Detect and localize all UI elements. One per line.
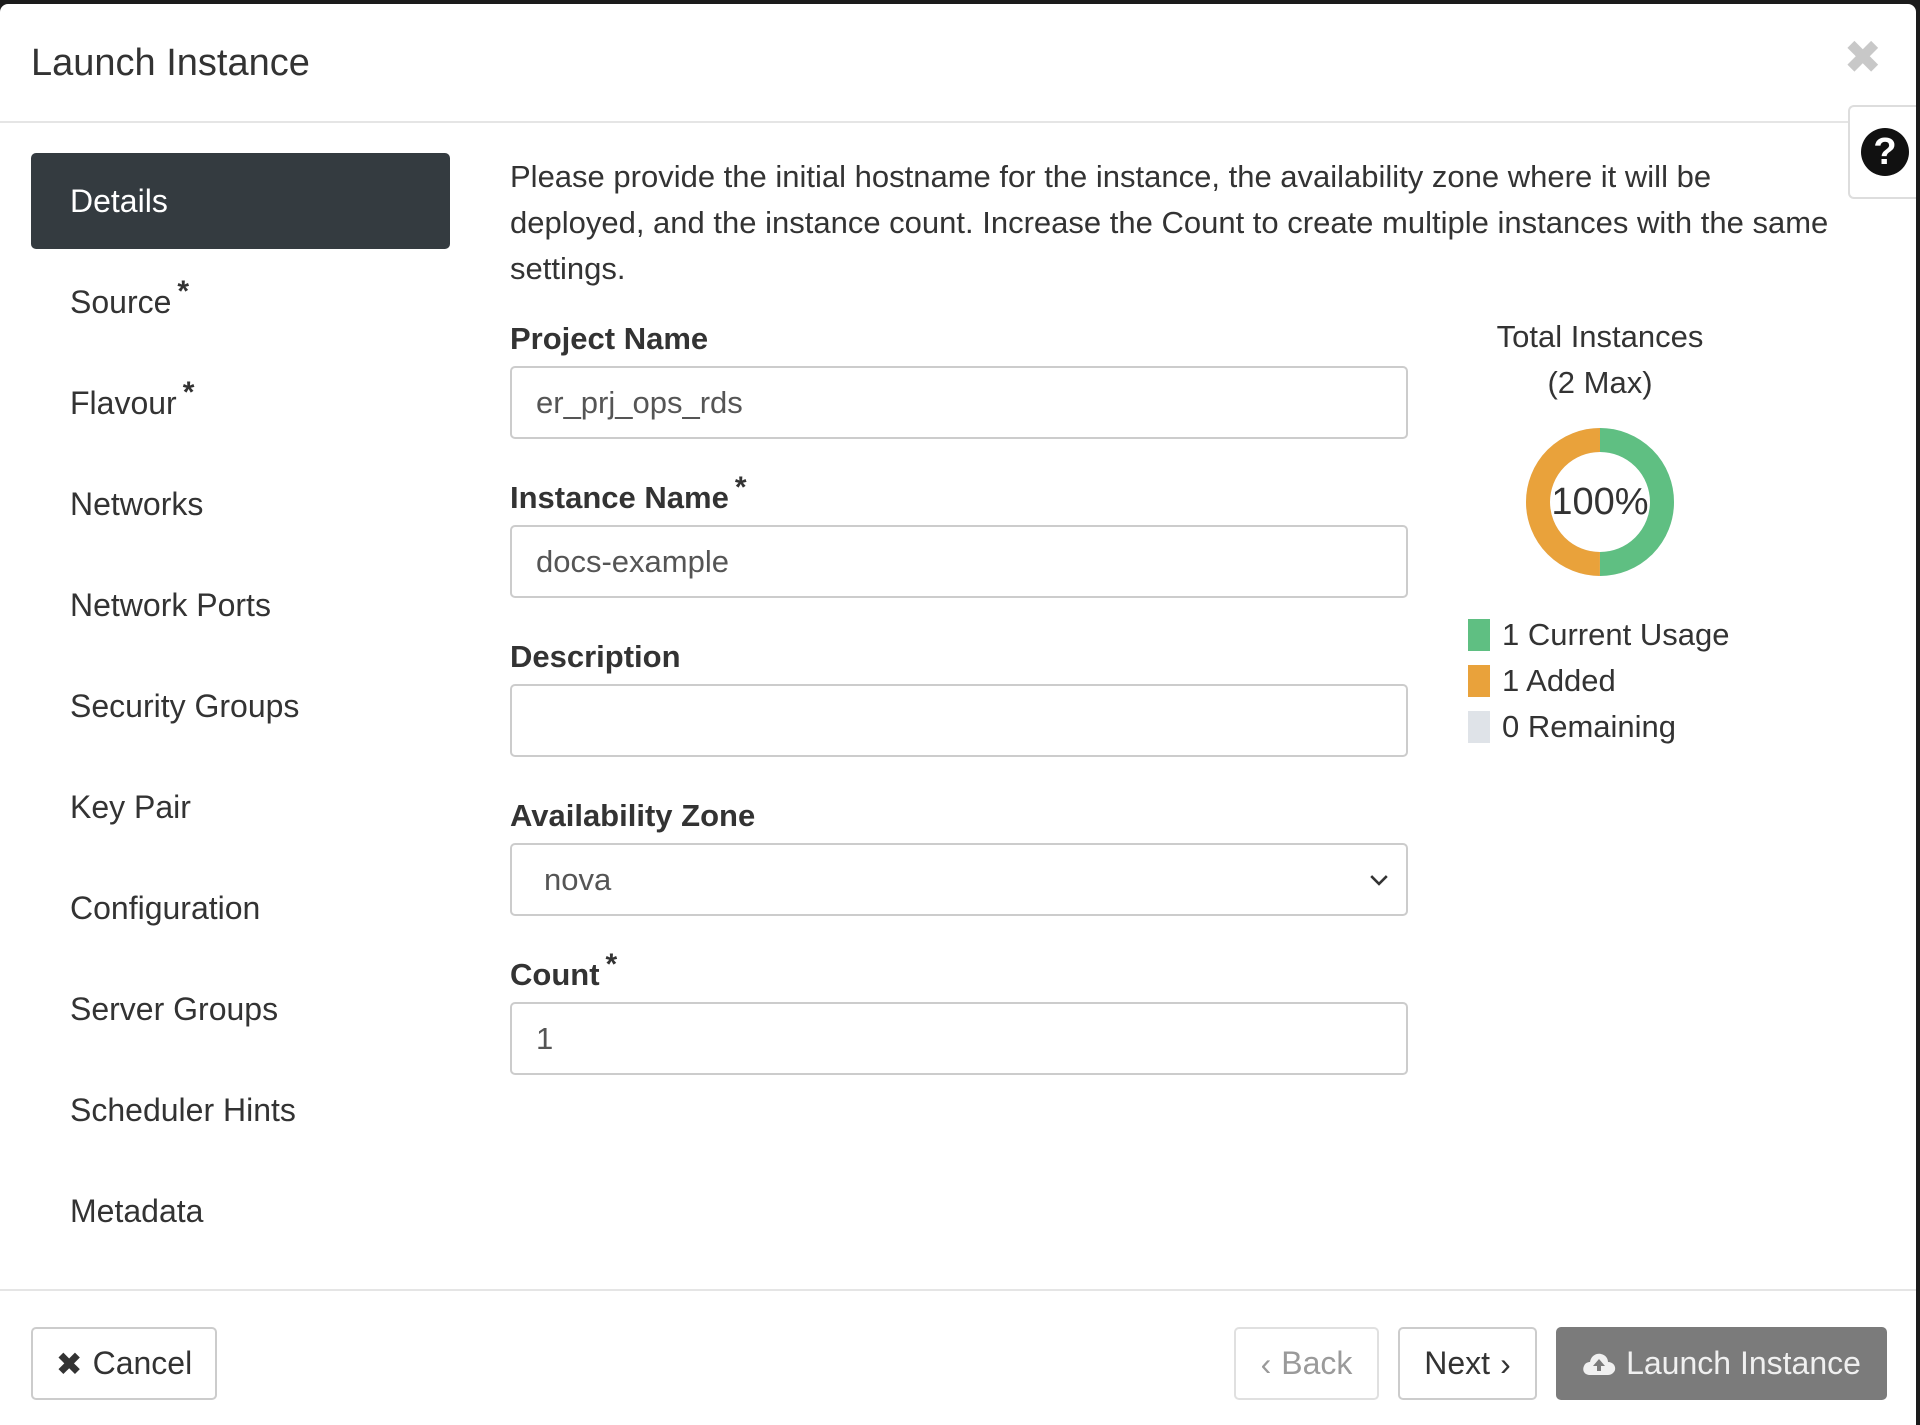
sidebar-item-label: Metadata — [70, 1193, 204, 1229]
instance-name-label: Instance Name * — [510, 471, 1410, 525]
count-label-text: Count — [510, 957, 600, 992]
sidebar-item-network-ports[interactable]: Network Ports — [31, 557, 450, 653]
count-group: Count * 1 — [510, 948, 1410, 1107]
description-group: Description — [510, 630, 1410, 789]
sidebar-item-details[interactable]: Details — [31, 153, 450, 249]
sidebar-item-key-pair[interactable]: Key Pair — [31, 759, 450, 855]
help-icon: ? — [1861, 128, 1909, 176]
modal-title: Launch Instance — [31, 42, 310, 84]
donut-center-label: 100% — [1551, 480, 1649, 523]
sidebar-item-label: Details — [70, 183, 168, 219]
description-label: Description — [510, 639, 681, 674]
legend-item: 0 Remaining — [1468, 704, 1760, 750]
sidebar-item-label: Server Groups — [70, 991, 279, 1027]
legend-label: 1 Added — [1502, 663, 1616, 698]
launch-instance-modal: Launch Instance ✖ ? Details Source * Flavou… — [0, 4, 1916, 1425]
sidebar-item-security-groups[interactable]: Security Groups — [31, 658, 450, 754]
required-marker: * — [605, 947, 618, 981]
count-input[interactable]: 1 — [510, 1002, 1408, 1075]
sidebar-item-label: Security Groups — [70, 688, 300, 724]
sidebar-item-label: Networks — [70, 486, 204, 522]
next-label: Next — [1424, 1345, 1491, 1381]
cloud-upload-icon — [1583, 1353, 1616, 1375]
next-button[interactable]: Next › — [1398, 1327, 1537, 1400]
availability-zone-label: Availability Zone — [510, 798, 756, 833]
chart-title-line2: (2 Max) — [1547, 365, 1653, 400]
total-instances-chart: Total Instances (2 Max) 100% 1 Current U… — [1440, 314, 1760, 750]
instance-name-input[interactable]: docs-example — [510, 525, 1408, 598]
details-step: Please provide the initial hostname for … — [510, 154, 1828, 1107]
intro-text: Please provide the initial hostname for … — [510, 159, 1829, 286]
instance-name-group: Instance Name * docs-example — [510, 471, 1410, 630]
close-icon: ✖ — [55, 1345, 83, 1382]
required-marker: * — [177, 275, 190, 309]
close-icon[interactable]: ✖ — [1843, 34, 1882, 80]
project-name-input[interactable]: er_prj_ops_rds — [510, 366, 1408, 439]
legend-swatch — [1468, 711, 1490, 743]
sidebar-item-label: Source — [70, 284, 172, 320]
sidebar-item-label: Key Pair — [70, 789, 191, 825]
sidebar-item-label: Flavour — [70, 385, 177, 421]
legend-item: 1 Current Usage — [1468, 612, 1760, 658]
chart-title-line1: Total Instances — [1496, 319, 1704, 354]
chevron-right-icon: › — [1500, 1345, 1511, 1382]
help-button[interactable]: ? — [1848, 105, 1916, 199]
wizard-nav: Details Source * Flavour * Networks Network Po… — [31, 153, 450, 1264]
sidebar-item-flavour[interactable]: Flavour * — [31, 355, 450, 451]
sidebar-item-server-groups[interactable]: Server Groups — [31, 961, 450, 1057]
count-label: Count * — [510, 948, 1410, 1002]
availability-zone-value: nova — [544, 861, 612, 897]
description-input[interactable] — [510, 684, 1408, 757]
legend-swatch — [1468, 665, 1490, 697]
chevron-left-icon: ‹ — [1260, 1345, 1272, 1382]
project-name-label: Project Name — [510, 321, 709, 356]
required-marker: * — [734, 470, 747, 504]
back-label: Back — [1281, 1345, 1353, 1381]
legend-swatch — [1468, 619, 1490, 651]
launch-instance-button[interactable]: Launch Instance — [1556, 1327, 1887, 1400]
required-marker: * — [182, 376, 195, 410]
project-name-group: Project Name er_prj_ops_rds — [510, 312, 1410, 471]
modal-header: Launch Instance ✖ — [0, 4, 1916, 123]
modal-footer: ✖ Cancel ‹ Back Next › Launch Instance — [0, 1289, 1916, 1425]
sidebar-item-scheduler-hints[interactable]: Scheduler Hints — [31, 1062, 450, 1158]
donut-chart: 100% — [1520, 422, 1680, 582]
back-button[interactable]: ‹ Back — [1234, 1327, 1379, 1400]
chart-title: Total Instances (2 Max) — [1440, 314, 1760, 406]
sidebar-item-label: Scheduler Hints — [70, 1092, 296, 1128]
chart-legend: 1 Current Usage 1 Added 0 Remaining — [1468, 612, 1760, 750]
sidebar-item-label: Configuration — [70, 890, 261, 926]
legend-label: 0 Remaining — [1502, 709, 1677, 744]
sidebar-item-source[interactable]: Source * — [31, 254, 450, 350]
sidebar-item-configuration[interactable]: Configuration — [31, 860, 450, 956]
sidebar-item-label: Network Ports — [70, 587, 271, 623]
availability-zone-group: Availability Zone nova — [510, 789, 1410, 948]
cancel-button[interactable]: ✖ Cancel — [31, 1327, 217, 1400]
legend-item: 1 Added — [1468, 658, 1760, 704]
availability-zone-select[interactable]: nova — [510, 843, 1408, 916]
sidebar-item-networks[interactable]: Networks — [31, 456, 450, 552]
chevron-down-icon — [1370, 875, 1388, 886]
launch-label: Launch Instance — [1626, 1345, 1861, 1381]
legend-label: 1 Current Usage — [1502, 617, 1730, 652]
cancel-label: Cancel — [92, 1345, 193, 1381]
sidebar-item-metadata[interactable]: Metadata — [31, 1163, 450, 1259]
instance-name-label-text: Instance Name — [510, 480, 729, 515]
